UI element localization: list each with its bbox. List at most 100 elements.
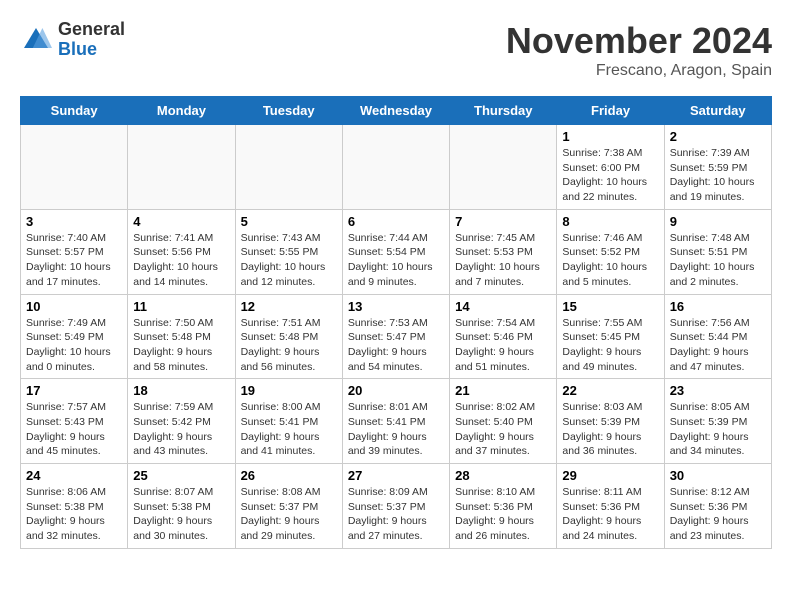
day-number: 19 [241,383,337,398]
day-info: Sunrise: 7:56 AMSunset: 5:44 PMDaylight:… [670,316,766,375]
day-number: 21 [455,383,551,398]
day-info: Sunrise: 8:06 AMSunset: 5:38 PMDaylight:… [26,485,122,544]
calendar-cell: 28 Sunrise: 8:10 AMSunset: 5:36 PMDayligh… [450,464,557,549]
day-info: Sunrise: 7:44 AMSunset: 5:54 PMDaylight:… [348,231,444,290]
calendar-cell: 12 Sunrise: 7:51 AMSunset: 5:48 PMDayligh… [235,294,342,379]
calendar-cell: 13 Sunrise: 7:53 AMSunset: 5:47 PMDayligh… [342,294,449,379]
location: Frescano, Aragon, Spain [506,62,772,80]
day-number: 9 [670,214,766,229]
calendar-cell: 22 Sunrise: 8:03 AMSunset: 5:39 PMDayligh… [557,379,664,464]
day-info: Sunrise: 7:46 AMSunset: 5:52 PMDaylight:… [562,231,658,290]
calendar-cell: 2 Sunrise: 7:39 AMSunset: 5:59 PMDaylight… [664,125,771,210]
calendar-cell: 19Sunrise: 8:00 AMSunset: 5:41 PMDayligh… [235,379,342,464]
calendar-cell: 14Sunrise: 7:54 AMSunset: 5:46 PMDayligh… [450,294,557,379]
calendar-cell: 17Sunrise: 7:57 AMSunset: 5:43 PMDayligh… [21,379,128,464]
calendar-cell [235,125,342,210]
title-block: November 2024 Frescano, Aragon, Spain [506,20,772,80]
day-info: Sunrise: 8:07 AMSunset: 5:38 PMDaylight:… [133,485,229,544]
page-header: General Blue November 2024 Frescano, Ara… [20,20,772,80]
day-number: 23 [670,383,766,398]
day-info: Sunrise: 7:39 AMSunset: 5:59 PMDaylight:… [670,146,766,205]
day-number: 13 [348,299,444,314]
day-number: 11 [133,299,229,314]
calendar-week-0: 1Sunrise: 7:38 AMSunset: 6:00 PMDaylight… [21,125,772,210]
calendar-cell: 24 Sunrise: 8:06 AMSunset: 5:38 PMDayligh… [21,464,128,549]
day-info: Sunrise: 7:54 AMSunset: 5:46 PMDaylight:… [455,316,551,375]
day-number: 3 [26,214,122,229]
day-info: Sunrise: 8:10 AMSunset: 5:36 PMDaylight:… [455,485,551,544]
calendar-cell: 3 Sunrise: 7:40 AMSunset: 5:57 PMDaylight… [21,209,128,294]
day-info: Sunrise: 7:51 AMSunset: 5:48 PMDaylight:… [241,316,337,375]
day-info: Sunrise: 8:01 AMSunset: 5:41 PMDaylight:… [348,400,444,459]
day-info: Sunrise: 7:55 AMSunset: 5:45 PMDaylight:… [562,316,658,375]
day-number: 29 [562,468,658,483]
calendar-cell: 18Sunrise: 7:59 AMSunset: 5:42 PMDayligh… [128,379,235,464]
calendar-cell: 23 Sunrise: 8:05 AMSunset: 5:39 PMDayligh… [664,379,771,464]
calendar-week-4: 24 Sunrise: 8:06 AMSunset: 5:38 PMDayligh… [21,464,772,549]
calendar-header: SundayMondayTuesdayWednesdayThursdayFrid… [21,97,772,125]
day-number: 18 [133,383,229,398]
day-number: 5 [241,214,337,229]
calendar-cell: 30Sunrise: 8:12 AMSunset: 5:36 PMDayligh… [664,464,771,549]
day-info: Sunrise: 8:09 AMSunset: 5:37 PMDaylight:… [348,485,444,544]
day-info: Sunrise: 7:50 AMSunset: 5:48 PMDaylight:… [133,316,229,375]
month-title: November 2024 [506,20,772,62]
calendar-cell: 29Sunrise: 8:11 AMSunset: 5:36 PMDayligh… [557,464,664,549]
day-number: 8 [562,214,658,229]
calendar-cell: 5 Sunrise: 7:43 AMSunset: 5:55 PMDaylight… [235,209,342,294]
calendar-cell: 15Sunrise: 7:55 AMSunset: 5:45 PMDayligh… [557,294,664,379]
calendar-cell: 11 Sunrise: 7:50 AMSunset: 5:48 PMDayligh… [128,294,235,379]
logo: General Blue [20,20,125,60]
day-number: 28 [455,468,551,483]
day-info: Sunrise: 8:02 AMSunset: 5:40 PMDaylight:… [455,400,551,459]
calendar-week-3: 17Sunrise: 7:57 AMSunset: 5:43 PMDayligh… [21,379,772,464]
day-info: Sunrise: 7:53 AMSunset: 5:47 PMDaylight:… [348,316,444,375]
day-info: Sunrise: 8:03 AMSunset: 5:39 PMDaylight:… [562,400,658,459]
header-day-saturday: Saturday [664,97,771,125]
calendar-cell: 8 Sunrise: 7:46 AMSunset: 5:52 PMDaylight… [557,209,664,294]
day-info: Sunrise: 8:12 AMSunset: 5:36 PMDaylight:… [670,485,766,544]
day-info: Sunrise: 7:43 AMSunset: 5:55 PMDaylight:… [241,231,337,290]
logo-general: General [58,20,125,40]
calendar-cell: 9 Sunrise: 7:48 AMSunset: 5:51 PMDaylight… [664,209,771,294]
logo-icon [20,24,52,56]
day-number: 17 [26,383,122,398]
calendar-cell: 6Sunrise: 7:44 AMSunset: 5:54 PMDaylight… [342,209,449,294]
calendar-cell: 4Sunrise: 7:41 AMSunset: 5:56 PMDaylight… [128,209,235,294]
calendar-table: SundayMondayTuesdayWednesdayThursdayFrid… [20,96,772,549]
header-day-friday: Friday [557,97,664,125]
day-number: 10 [26,299,122,314]
day-info: Sunrise: 7:48 AMSunset: 5:51 PMDaylight:… [670,231,766,290]
day-number: 27 [348,468,444,483]
day-number: 16 [670,299,766,314]
header-day-tuesday: Tuesday [235,97,342,125]
day-info: Sunrise: 7:41 AMSunset: 5:56 PMDaylight:… [133,231,229,290]
calendar-cell: 10 Sunrise: 7:49 AMSunset: 5:49 PMDayligh… [21,294,128,379]
day-number: 24 [26,468,122,483]
calendar-cell [128,125,235,210]
day-number: 12 [241,299,337,314]
calendar-cell [450,125,557,210]
calendar-cell: 16 Sunrise: 7:56 AMSunset: 5:44 PMDayligh… [664,294,771,379]
day-info: Sunrise: 8:05 AMSunset: 5:39 PMDaylight:… [670,400,766,459]
calendar-cell: 21 Sunrise: 8:02 AMSunset: 5:40 PMDayligh… [450,379,557,464]
calendar-cell [342,125,449,210]
day-number: 25 [133,468,229,483]
header-day-thursday: Thursday [450,97,557,125]
logo-text: General Blue [58,20,125,60]
day-info: Sunrise: 8:08 AMSunset: 5:37 PMDaylight:… [241,485,337,544]
calendar-cell: 1Sunrise: 7:38 AMSunset: 6:00 PMDaylight… [557,125,664,210]
day-number: 2 [670,129,766,144]
day-info: Sunrise: 7:38 AMSunset: 6:00 PMDaylight:… [562,146,658,205]
day-info: Sunrise: 7:45 AMSunset: 5:53 PMDaylight:… [455,231,551,290]
header-row: SundayMondayTuesdayWednesdayThursdayFrid… [21,97,772,125]
calendar-cell [21,125,128,210]
calendar-body: 1Sunrise: 7:38 AMSunset: 6:00 PMDaylight… [21,125,772,549]
calendar-week-1: 3 Sunrise: 7:40 AMSunset: 5:57 PMDaylight… [21,209,772,294]
day-info: Sunrise: 7:49 AMSunset: 5:49 PMDaylight:… [26,316,122,375]
day-number: 20 [348,383,444,398]
logo-blue: Blue [58,40,125,60]
calendar-cell: 25 Sunrise: 8:07 AMSunset: 5:38 PMDayligh… [128,464,235,549]
day-number: 22 [562,383,658,398]
day-info: Sunrise: 7:40 AMSunset: 5:57 PMDaylight:… [26,231,122,290]
